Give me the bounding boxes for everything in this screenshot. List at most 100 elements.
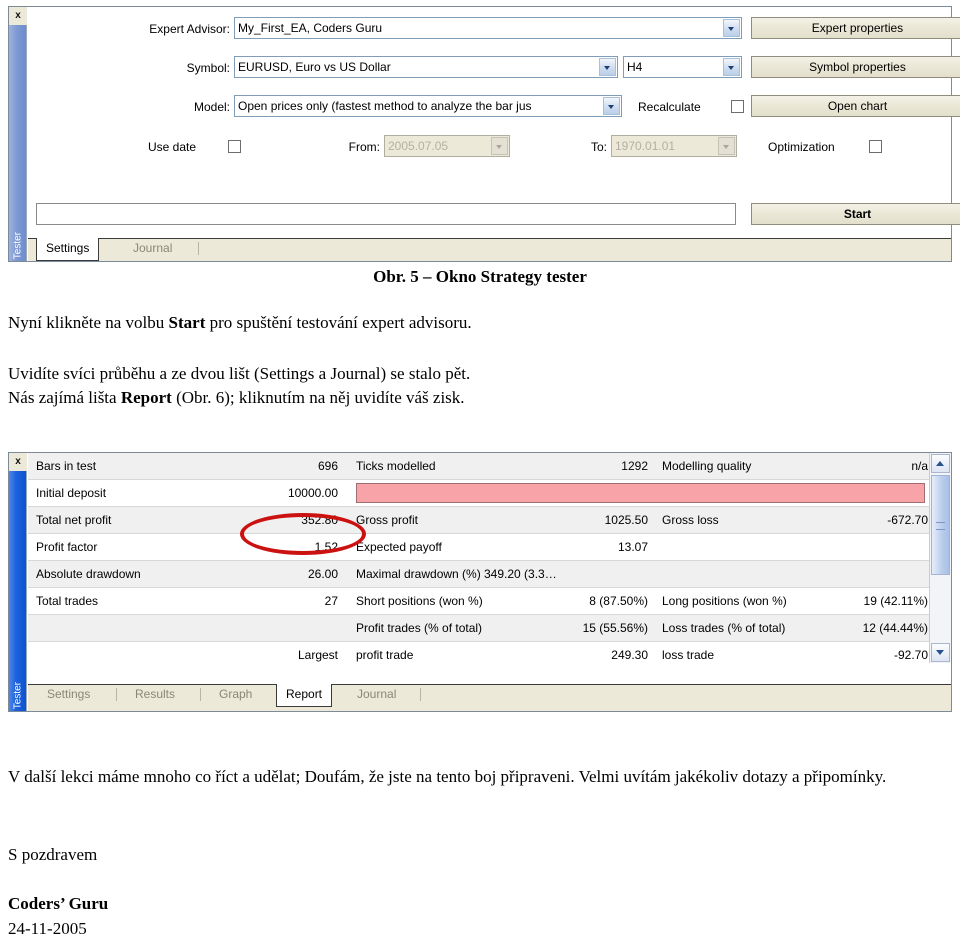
row-symbol: Symbol: EURUSD, Euro vs US Dollar H4 Sym… xyxy=(28,56,960,80)
tab-journal[interactable]: Journal xyxy=(124,239,181,259)
table-row[interactable]: Total trades 27 Short positions (won %) … xyxy=(28,588,929,615)
row-0-value-2: 1292 xyxy=(621,459,648,473)
tab-results[interactable]: Results xyxy=(126,685,184,705)
chevron-down-icon[interactable] xyxy=(723,58,740,76)
tester-rail-label: Tester xyxy=(12,681,23,709)
row-7-value-3: -92.70 xyxy=(893,648,928,662)
p2-line1: Uvidíte svíci průběhu a ze dvou lišt (Se… xyxy=(8,364,471,383)
table-row[interactable]: Absolute drawdown 26.00 Maximal drawdown… xyxy=(28,561,929,588)
chevron-down-icon[interactable] xyxy=(603,97,620,115)
symbol-combobox[interactable]: EURUSD, Euro vs US Dollar xyxy=(234,56,618,78)
row-3-value-2: 13.07 xyxy=(617,540,648,554)
chevron-down-icon[interactable] xyxy=(491,137,508,155)
close-icon[interactable]: x xyxy=(9,7,27,25)
report-scrollbar[interactable] xyxy=(929,453,951,663)
report-table: Bars in test 696 Ticks modelled 1292 Mod… xyxy=(28,453,929,669)
symbol-properties-button[interactable]: Symbol properties xyxy=(751,56,960,78)
table-row[interactable]: Profit trades (% of total) 15 (55.56%) L… xyxy=(28,615,929,642)
row-3-label-2: Expected payoff xyxy=(356,540,442,554)
recalculate-checkbox[interactable] xyxy=(731,100,744,113)
timeframe-combobox[interactable]: H4 xyxy=(623,56,742,78)
table-row[interactable]: Bars in test 696 Ticks modelled 1292 Mod… xyxy=(28,453,929,480)
tab-separator xyxy=(420,688,421,701)
optimization-label: Optimization xyxy=(768,140,835,154)
figure-caption: Obr. 5 – Okno Strategy tester xyxy=(373,267,587,286)
row-7-value-2: 249.30 xyxy=(611,648,648,662)
p2-text-before: Nás zajímá lišta xyxy=(8,388,121,407)
model-combobox[interactable]: Open prices only (fastest method to anal… xyxy=(234,95,622,117)
recalculate-label: Recalculate xyxy=(638,100,701,114)
expert-advisor-combobox[interactable]: My_First_EA, Coders Guru xyxy=(234,17,742,39)
settings-tabstrip: Settings Journal xyxy=(28,238,951,261)
tab-settings[interactable]: Settings xyxy=(38,685,99,705)
signature-date: 24-11-2005 xyxy=(8,919,87,938)
strategy-tester-settings-panel: x Tester Expert Advisor: My_First_EA, Co… xyxy=(8,6,960,262)
row-expert-advisor: Expert Advisor: My_First_EA, Coders Guru… xyxy=(28,17,960,41)
row-5-label-1: Total trades xyxy=(36,594,99,608)
chevron-down-icon[interactable] xyxy=(718,137,735,155)
row-1-value-1: 10000.00 xyxy=(287,486,338,500)
paragraph-start-instruction: Nyní klikněte na volbu Start pro spuštěn… xyxy=(8,311,912,335)
chevron-down-icon[interactable] xyxy=(723,19,740,37)
scroll-down-icon[interactable] xyxy=(931,643,950,662)
row-4-label-1: Absolute drawdown xyxy=(36,567,141,581)
from-date-combobox[interactable]: 2005.07.05 xyxy=(384,135,510,157)
optimization-checkbox[interactable] xyxy=(869,140,882,153)
table-row[interactable]: Total net profit 352.80 Gross profit 102… xyxy=(28,507,929,534)
row-2-value-1: 352.80 xyxy=(301,513,338,527)
scroll-up-icon[interactable] xyxy=(931,454,950,473)
row-3-label-1: Profit factor xyxy=(36,540,98,554)
row-7-label-3: loss trade xyxy=(662,648,715,662)
row-2-value-2: 1025.50 xyxy=(604,513,648,527)
row-6-value-3: 12 (44.44%) xyxy=(862,621,928,635)
from-label: From: xyxy=(348,140,380,154)
settings-content: Expert Advisor: My_First_EA, Coders Guru… xyxy=(28,7,960,261)
p1-text-before: Nyní klikněte na volbu xyxy=(8,313,169,332)
row-4-value-2: 349.20 (3.3… xyxy=(484,567,557,581)
row-5-value-1: 27 xyxy=(324,594,338,608)
start-button[interactable]: Start xyxy=(751,203,960,225)
row-5-value-3: 19 (42.11%) xyxy=(863,594,928,608)
settings-form: Expert Advisor: My_First_EA, Coders Guru… xyxy=(28,7,960,177)
table-row[interactable]: Profit factor 1.52 Expected payoff 13.07 xyxy=(28,534,929,561)
tab-graph[interactable]: Graph xyxy=(210,685,261,705)
p2-text-after: (Obr. 6); kliknutím na něj uvidíte váš z… xyxy=(171,388,465,407)
row-6-label-2: Profit trades (% of total) xyxy=(356,621,483,635)
p2-bold-report: Report xyxy=(120,388,172,407)
row-dates: Use date From: 2005.07.05 To: 1970.01.01… xyxy=(28,135,951,159)
table-row[interactable]: Largest profit trade 249.30 loss trade -… xyxy=(28,642,929,669)
tester-rail-settings: x Tester xyxy=(9,7,27,261)
chevron-down-icon[interactable] xyxy=(599,58,616,76)
tab-report[interactable]: Report xyxy=(276,684,333,707)
row-1-label-1: Initial deposit xyxy=(36,486,107,500)
close-icon[interactable]: x xyxy=(9,453,27,471)
to-date-combobox[interactable]: 1970.01.01 xyxy=(611,135,737,157)
scrollbar-thumb[interactable] xyxy=(931,475,950,575)
table-row[interactable]: Initial deposit 10000.00 xyxy=(28,480,929,507)
paragraph-regards: S pozdravem xyxy=(8,845,98,864)
row-model: Model: Open prices only (fastest method … xyxy=(28,95,960,119)
drawdown-bar xyxy=(356,483,925,503)
timeframe-value: H4 xyxy=(627,60,643,74)
strategy-tester-report-panel: x Tester Bars in test 696 Ticks modelled… xyxy=(8,452,952,712)
open-chart-button[interactable]: Open chart xyxy=(751,95,960,117)
use-date-label: Use date xyxy=(148,140,197,154)
row-2-label-1: Total net profit xyxy=(36,513,112,527)
expert-advisor-label: Expert Advisor: xyxy=(149,22,230,36)
expert-properties-button[interactable]: Expert properties xyxy=(751,17,960,39)
row-6-value-2: 15 (55.56%) xyxy=(582,621,648,635)
row-2-label-2: Gross profit xyxy=(356,513,419,527)
row-2-value-3: -672.70 xyxy=(887,513,928,527)
scrollbar-grip xyxy=(936,522,945,530)
row-0-label-3: Modelling quality xyxy=(662,459,752,473)
to-date-value: 1970.01.01 xyxy=(615,139,676,153)
row-4-label-2: Maximal drawdown (%) xyxy=(356,567,481,581)
report-content: Bars in test 696 Ticks modelled 1292 Mod… xyxy=(28,453,951,711)
tab-journal[interactable]: Journal xyxy=(348,685,405,705)
use-date-checkbox[interactable] xyxy=(228,140,241,153)
p1-bold-start: Start xyxy=(168,313,206,332)
tab-settings[interactable]: Settings xyxy=(36,238,100,261)
row-0-label-1: Bars in test xyxy=(36,459,97,473)
row-5-label-2: Short positions (won %) xyxy=(356,594,483,608)
row-0-value-3: n/a xyxy=(911,459,928,473)
